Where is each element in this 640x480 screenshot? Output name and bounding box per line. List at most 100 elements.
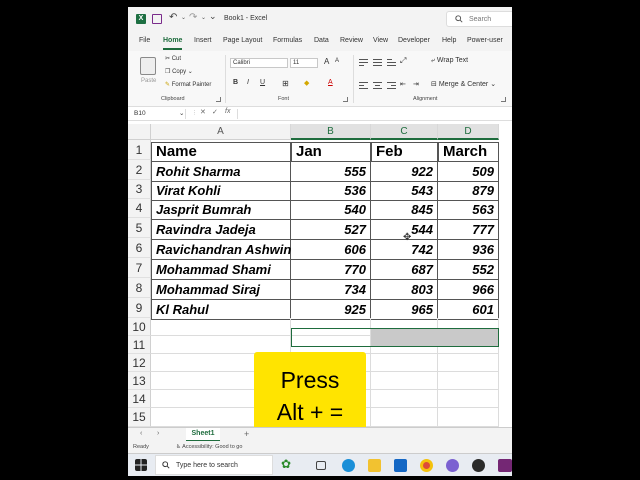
middle-align-icon[interactable] <box>373 59 382 66</box>
name-cell[interactable]: Mohammad Siraj <box>151 280 291 300</box>
name-cell[interactable]: Virat Kohli <box>151 182 291 201</box>
name-cell[interactable]: Rohit Sharma <box>151 162 291 182</box>
formula-options-icon[interactable]: ⋮ <box>192 110 197 116</box>
column-header-b[interactable]: B <box>291 124 371 140</box>
value-cell[interactable]: 509 <box>438 162 499 182</box>
value-cell[interactable]: 922 <box>371 162 438 182</box>
formula-input[interactable] <box>237 109 507 119</box>
tab-insert[interactable]: Insert <box>194 37 212 44</box>
name-box[interactable]: B10 ⌄ <box>131 109 186 119</box>
row-header-7[interactable]: 7 <box>128 258 151 278</box>
undo-icon[interactable]: ↶ <box>169 12 177 23</box>
enter-icon[interactable]: ✓ <box>212 108 218 116</box>
merge-center-button[interactable]: ⊟ Merge & Center ⌄ <box>431 80 496 88</box>
row-header-5[interactable]: 5 <box>128 218 151 238</box>
taskbar-search-box[interactable]: Type here to search <box>155 455 273 475</box>
name-cell[interactable]: Jasprit Bumrah <box>151 201 291 220</box>
row-header-4[interactable]: 4 <box>128 199 151 218</box>
value-cell[interactable]: 555 <box>291 162 371 182</box>
value-cell[interactable]: 770 <box>291 260 371 280</box>
quick-access-more-icon[interactable]: ⌄ <box>209 11 217 21</box>
empty-cell[interactable] <box>438 408 499 427</box>
selected-range[interactable] <box>291 328 499 347</box>
row-header-1[interactable]: 1 <box>128 140 151 160</box>
tab-page-layout[interactable]: Page Layout <box>223 37 262 44</box>
fill-color-icon[interactable]: ◆ <box>304 79 309 87</box>
header-cell-0[interactable]: Name <box>151 142 291 162</box>
wrap-text-button[interactable]: ⤶ Wrap Text <box>431 57 468 65</box>
windows-start-icon[interactable] <box>135 459 147 471</box>
align-right-icon[interactable] <box>387 82 396 89</box>
tab-formulas[interactable]: Formulas <box>273 37 302 44</box>
tab-review[interactable]: Review <box>340 37 363 44</box>
add-sheet-button[interactable]: + <box>244 429 249 439</box>
app-icon[interactable] <box>472 459 485 472</box>
copilot-icon[interactable] <box>446 459 459 472</box>
redo-icon[interactable]: ↷ <box>189 12 197 23</box>
font-name-select[interactable]: Calibri <box>230 58 288 68</box>
value-cell[interactable]: 734 <box>291 280 371 300</box>
row-header-8[interactable]: 8 <box>128 278 151 298</box>
name-cell[interactable]: Ravichandran Ashwin <box>151 240 291 260</box>
empty-cell[interactable] <box>371 372 438 390</box>
row-header-13[interactable]: 13 <box>128 372 151 390</box>
value-cell[interactable]: 925 <box>291 300 371 320</box>
name-cell[interactable]: Kl Rahul <box>151 300 291 320</box>
value-cell[interactable]: 606 <box>291 240 371 260</box>
row-header-6[interactable]: 6 <box>128 238 151 258</box>
alignment-launcher-icon[interactable] <box>501 97 506 102</box>
row-header-3[interactable]: 3 <box>128 180 151 199</box>
name-cell[interactable]: Ravindra Jadeja <box>151 220 291 240</box>
prev-sheet-icon[interactable]: ‹ <box>140 430 142 437</box>
value-cell[interactable]: 965 <box>371 300 438 320</box>
select-all-corner[interactable] <box>128 124 151 140</box>
insert-function-button[interactable]: fx <box>225 108 230 115</box>
empty-cell[interactable] <box>438 390 499 408</box>
header-cell-3[interactable]: March <box>438 142 499 162</box>
empty-cell[interactable] <box>438 354 499 372</box>
header-cell-1[interactable]: Jan <box>291 142 371 162</box>
font-color-button[interactable]: A <box>328 79 333 86</box>
clipboard-launcher-icon[interactable] <box>216 97 221 102</box>
borders-icon[interactable]: ⊞ <box>282 79 289 88</box>
tab-power-user[interactable]: Power-user <box>467 37 503 44</box>
row-header-15[interactable]: 15 <box>128 408 151 427</box>
top-align-icon[interactable] <box>359 59 368 66</box>
empty-cell[interactable] <box>438 372 499 390</box>
paste-icon[interactable] <box>140 57 156 75</box>
decrease-indent-icon[interactable]: ⇤ <box>400 80 406 88</box>
cut-button[interactable]: ✂ Cut <box>165 55 181 62</box>
value-cell[interactable]: 742 <box>371 240 438 260</box>
value-cell[interactable]: 552 <box>438 260 499 280</box>
bottom-align-icon[interactable] <box>387 59 396 66</box>
value-cell[interactable]: 845 <box>371 201 438 220</box>
bold-button[interactable]: B <box>233 79 238 86</box>
shrink-font-button[interactable]: A <box>335 58 339 64</box>
row-header-11[interactable]: 11 <box>128 336 151 354</box>
save-icon[interactable] <box>152 14 162 24</box>
file-explorer-icon[interactable] <box>368 459 381 472</box>
value-cell[interactable]: 687 <box>371 260 438 280</box>
value-cell[interactable]: 563 <box>438 201 499 220</box>
align-left-icon[interactable] <box>359 82 368 89</box>
empty-cell[interactable] <box>371 408 438 427</box>
value-cell[interactable]: 777 <box>438 220 499 240</box>
powerapps-icon[interactable] <box>498 459 512 472</box>
search-box[interactable]: Search <box>446 11 512 27</box>
row-header-12[interactable]: 12 <box>128 354 151 372</box>
copy-button[interactable]: ❐ Copy ⌄ <box>165 68 193 75</box>
value-cell[interactable]: 527 <box>291 220 371 240</box>
tab-developer[interactable]: Developer <box>398 37 430 44</box>
sheet-tab-sheet1[interactable]: Sheet1 <box>186 428 220 442</box>
tab-file[interactable]: File <box>139 37 150 44</box>
row-header-10[interactable]: 10 <box>128 318 151 336</box>
task-view-icon[interactable] <box>316 461 326 470</box>
value-cell[interactable]: 543 <box>371 182 438 201</box>
italic-button[interactable]: I <box>247 79 249 86</box>
font-launcher-icon[interactable] <box>343 97 348 102</box>
font-size-select[interactable]: 11 <box>290 58 318 68</box>
value-cell[interactable]: 966 <box>438 280 499 300</box>
row-header-2[interactable]: 2 <box>128 160 151 180</box>
tab-data[interactable]: Data <box>314 37 329 44</box>
value-cell[interactable]: 540 <box>291 201 371 220</box>
